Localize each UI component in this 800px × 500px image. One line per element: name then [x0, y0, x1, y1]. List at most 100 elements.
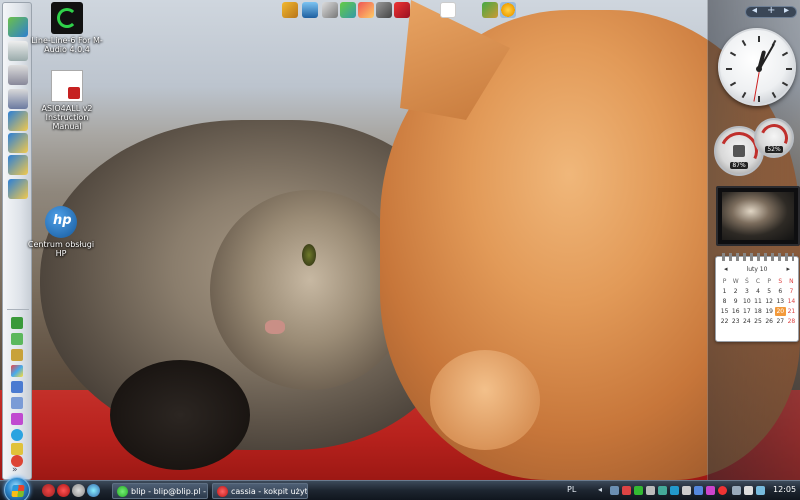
graphics-icon[interactable] [358, 2, 374, 18]
calendar-day[interactable]: 7 [786, 287, 797, 296]
calendar-day[interactable]: 6 [775, 287, 786, 296]
cd-drive-icon[interactable] [8, 41, 28, 61]
calendar-day[interactable]: 14 [786, 297, 797, 306]
desktop-icon-hp-center[interactable]: hp Centrum obsługi HP [24, 206, 98, 258]
show-hidden-icons-button[interactable]: ◂ [598, 485, 602, 494]
calendar-day[interactable]: 17 [741, 307, 752, 316]
books-icon[interactable] [394, 2, 410, 18]
calendar-day[interactable]: 20 [774, 307, 786, 316]
network-tray-icon[interactable] [610, 486, 619, 495]
calendar-day[interactable]: 4 [752, 287, 763, 296]
tools-icon[interactable] [282, 2, 298, 18]
opera-quicklaunch-icon[interactable] [42, 484, 55, 497]
calendar-day[interactable]: 9 [730, 297, 741, 306]
calendar-day[interactable]: 24 [741, 317, 752, 326]
top-quick-launch [278, 0, 518, 22]
media-icon[interactable] [340, 2, 356, 18]
calendar-day[interactable]: 1 [719, 287, 730, 296]
network-icon[interactable] [11, 397, 23, 409]
desktop-icon-label: ASIO4ALL v2 Instruction Manual [41, 104, 93, 131]
calendar-day[interactable]: 16 [730, 307, 741, 316]
hp-icon: hp [45, 206, 77, 238]
calendar-next-button[interactable]: ▸ [786, 265, 790, 273]
settings-app-icon[interactable] [11, 413, 23, 425]
pictures-folder-icon[interactable] [8, 155, 28, 175]
control-panel-icon[interactable] [322, 2, 338, 18]
stop-icon[interactable] [57, 484, 70, 497]
calendar-day[interactable]: 3 [741, 287, 752, 296]
start-button[interactable] [4, 477, 30, 500]
sidebar-next-button[interactable]: ▸ [784, 5, 789, 16]
calendar-day[interactable]: 8 [719, 297, 730, 306]
calendar-day[interactable]: 23 [730, 317, 741, 326]
computer-icon[interactable] [8, 89, 28, 109]
calendar-day[interactable]: 11 [752, 297, 763, 306]
calendar-day[interactable]: 13 [775, 297, 786, 306]
n-app-icon[interactable] [440, 2, 456, 18]
opera-tray-icon[interactable] [718, 486, 727, 495]
documents-folder-icon[interactable] [8, 133, 28, 153]
display-tray-icon[interactable] [682, 486, 691, 495]
launcher-more-button[interactable]: » [12, 465, 18, 475]
switch-windows-icon[interactable] [87, 484, 100, 497]
audio-icon[interactable] [376, 2, 392, 18]
word-icon[interactable] [11, 381, 23, 393]
skype-tray-icon[interactable] [670, 486, 679, 495]
taskbar-clock[interactable]: 12:05 [773, 485, 796, 494]
notes-icon[interactable] [11, 349, 23, 361]
monitor-icon[interactable] [302, 2, 318, 18]
clock-gadget[interactable] [718, 28, 796, 106]
calendar-day[interactable]: 10 [741, 297, 752, 306]
skype-icon[interactable] [11, 429, 23, 441]
calendar-day[interactable]: 2 [730, 287, 741, 296]
calendar-gadget[interactable]: ◂ luty 10 ▸ P W Ś C P S N 1 2 3 4 5 6 7 8 9 10 11 12 13 14 15… [715, 253, 799, 342]
calendar-day[interactable]: 27 [775, 317, 786, 326]
calendar-day[interactable]: 5 [764, 287, 775, 296]
show-desktop-icon[interactable] [72, 484, 85, 497]
desktop-icon-line6[interactable]: Line-Line-6 For M-Audio 4.0.4 [30, 2, 104, 54]
network-tools-icon[interactable] [482, 2, 498, 18]
desktop-icon-asio-manual[interactable]: ASIO4ALL v2 Instruction Manual [30, 70, 104, 131]
sidebar-prev-button[interactable]: ◂ [752, 5, 757, 16]
calendar-day[interactable]: 25 [752, 317, 763, 326]
chat-icon[interactable] [11, 333, 23, 345]
user-folder-icon[interactable] [8, 111, 28, 131]
calendar-day[interactable]: 12 [764, 297, 775, 306]
opera-task-icon [217, 486, 228, 497]
hard-drive-icon[interactable] [8, 65, 28, 85]
messenger-icon[interactable] [11, 443, 23, 455]
slideshow-gadget[interactable] [716, 186, 800, 246]
calendar-day[interactable]: 18 [752, 307, 763, 316]
calendar-weekday: Ś [744, 278, 749, 285]
windows-explorer-icon[interactable] [8, 17, 28, 37]
calendar-day[interactable]: 21 [786, 307, 797, 316]
weather-icon[interactable] [500, 2, 516, 18]
dark-paw [110, 360, 250, 470]
calendar-day[interactable]: 26 [764, 317, 775, 326]
memory-meter-gadget[interactable]: 52% [754, 118, 794, 158]
paint-icon[interactable] [11, 365, 23, 377]
add-gadget-button[interactable]: + [767, 5, 775, 16]
calendar-binding [722, 253, 794, 261]
calendar-day[interactable]: 15 [719, 307, 730, 316]
calendar-day[interactable]: 19 [764, 307, 775, 316]
calendar-weekday: P [767, 278, 771, 285]
language-indicator[interactable]: PL [567, 485, 576, 494]
taskbar-button-cassia[interactable]: cassia - kokpit użytk... [212, 483, 308, 499]
bluetooth-tray-icon[interactable] [694, 486, 703, 495]
security-tray-icon[interactable] [622, 486, 631, 495]
power-tray-icon[interactable] [756, 486, 765, 495]
volume-tray-icon[interactable] [744, 486, 753, 495]
wifi-tray-icon[interactable] [732, 486, 741, 495]
taskbar-button-blip[interactable]: blip - blip@blip.pl - ... [112, 483, 208, 499]
music-folder-icon[interactable] [8, 179, 28, 199]
desktop-icon-label: Centrum obsługi HP [27, 240, 95, 258]
battery-tray-icon[interactable] [646, 486, 655, 495]
calendar-day[interactable]: 28 [786, 317, 797, 326]
update-tray-icon[interactable] [658, 486, 667, 495]
green-app-icon[interactable] [11, 317, 23, 329]
calendar-day[interactable]: 22 [719, 317, 730, 326]
app-tray-icon[interactable] [706, 486, 715, 495]
gg-tray-icon[interactable] [634, 486, 643, 495]
calendar-weekday: C [755, 278, 761, 285]
